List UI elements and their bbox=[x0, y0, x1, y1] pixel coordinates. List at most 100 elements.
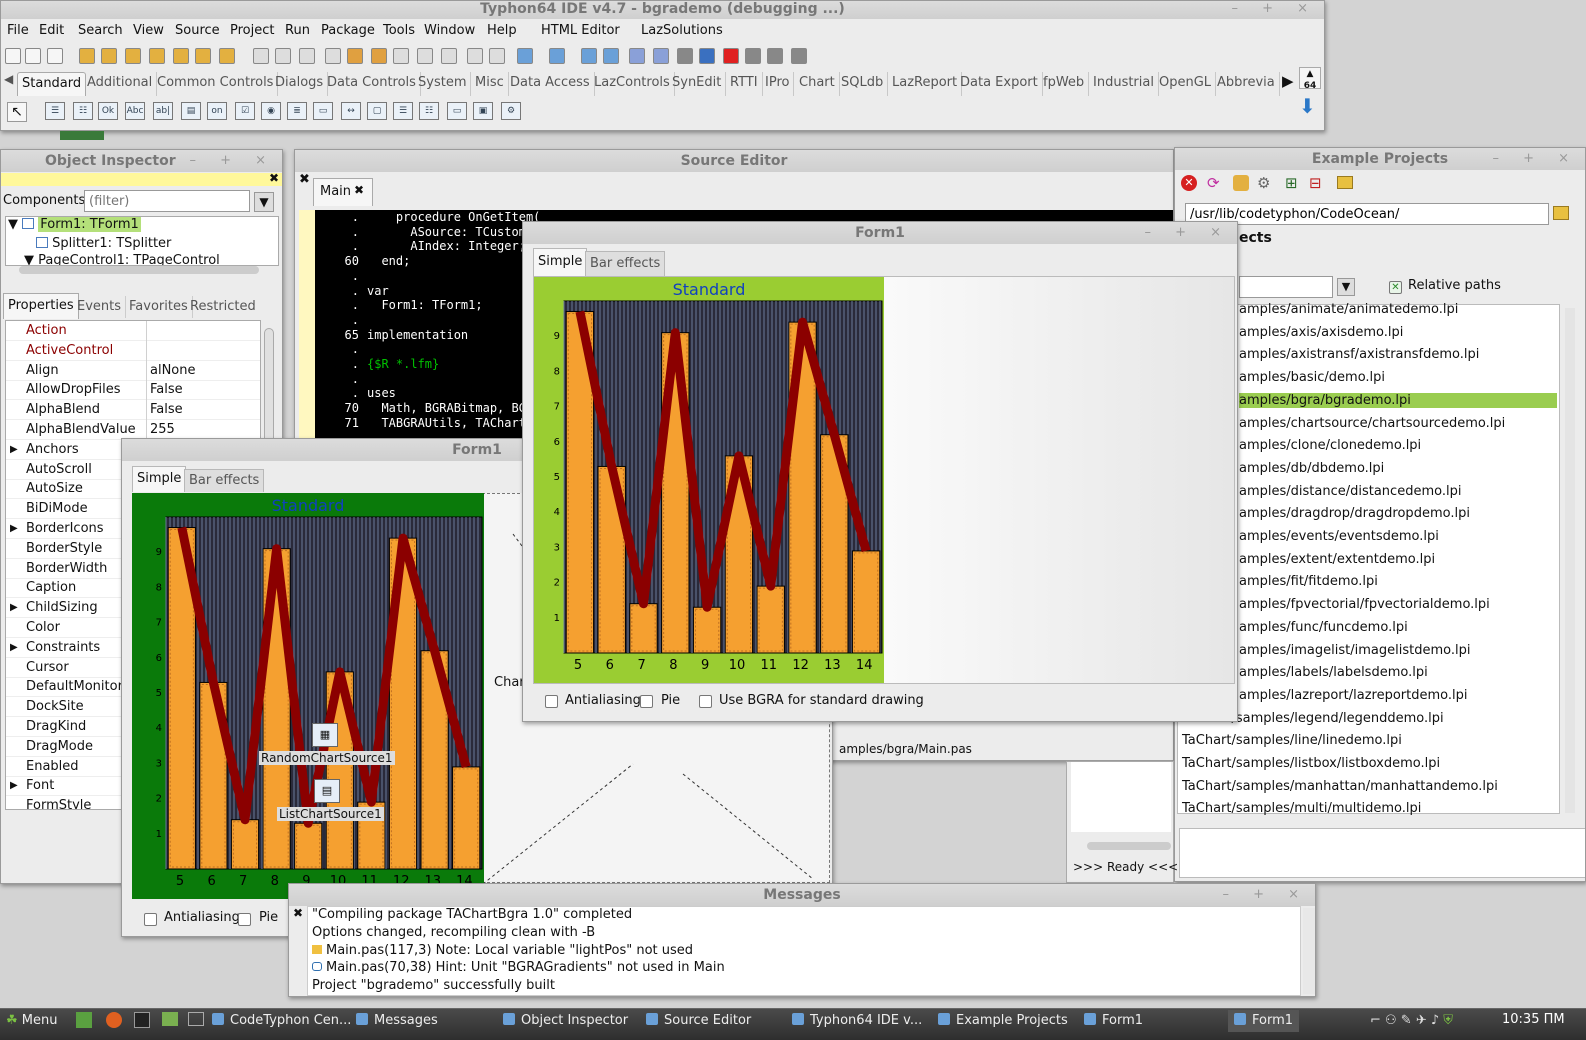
message-line[interactable]: Project "bgrademo" successfully built bbox=[312, 978, 555, 996]
messages-list[interactable]: "Compiling package TAChartBgra 1.0" comp… bbox=[307, 906, 1301, 996]
menu-tools[interactable]: Tools bbox=[383, 20, 415, 42]
tactionlist-icon[interactable]: ⚙ bbox=[501, 102, 521, 120]
step-over-icon[interactable] bbox=[653, 48, 669, 64]
menu-file[interactable]: File bbox=[7, 20, 29, 42]
project-list-item[interactable]: TaChart/samples/multi/multidemo.lpi bbox=[1182, 801, 1421, 816]
palette-scroll-left[interactable]: ◀ bbox=[4, 72, 13, 86]
filter-funnel-icon[interactable]: ▼ bbox=[254, 192, 274, 212]
filter-funnel-icon[interactable]: ▼ bbox=[1337, 278, 1355, 296]
tmemo-icon[interactable]: ▤ bbox=[181, 102, 201, 120]
palette-tab-data-controls[interactable]: Data Controls bbox=[323, 72, 421, 96]
close-icon[interactable]: ✖ bbox=[269, 171, 279, 185]
new-file-icon[interactable] bbox=[5, 48, 21, 64]
palette-tab-standard[interactable]: Standard bbox=[17, 72, 87, 96]
window-controls[interactable]: – + × bbox=[1492, 148, 1579, 170]
tab-simple[interactable]: Simple bbox=[132, 466, 187, 492]
message-line[interactable]: Main.pas(117,3) Note: Local variable "li… bbox=[312, 943, 693, 961]
tree-remove-icon[interactable]: ⊟ bbox=[1309, 174, 1322, 192]
tpanel-icon[interactable]: ▭ bbox=[447, 102, 467, 120]
open-recent-icon[interactable] bbox=[101, 48, 117, 64]
project-list-item[interactable]: amples/fit/fitdemo.lpi bbox=[1239, 574, 1378, 589]
palette-tab-data-export[interactable]: Data Export bbox=[956, 72, 1043, 96]
project-list-item[interactable]: amples/fpvectorial/fpvectorialdemo.lpi bbox=[1239, 597, 1490, 612]
view-units-icon[interactable] bbox=[195, 48, 211, 64]
new-unit-icon[interactable] bbox=[25, 48, 41, 64]
palette-tab-opengl[interactable]: OpenGL bbox=[1155, 72, 1217, 96]
project-list-item[interactable]: amples/labels/labelsdemo.lpi bbox=[1239, 665, 1428, 680]
expand-arrow-icon[interactable]: ▶ bbox=[10, 598, 18, 617]
tab-bar-effects[interactable]: Bar effects bbox=[585, 251, 666, 276]
new-form-icon[interactable] bbox=[47, 48, 63, 64]
components-filter-input[interactable] bbox=[84, 190, 250, 212]
list-chart-source-icon[interactable]: ▤ bbox=[314, 779, 340, 803]
property-row[interactable]: AlphaBlend False bbox=[6, 400, 260, 421]
tscrollbar-icon[interactable]: ↔ bbox=[341, 102, 361, 120]
window-list-icon[interactable] bbox=[441, 48, 457, 64]
component-list-icon[interactable] bbox=[549, 48, 565, 64]
window-controls[interactable]: – + × bbox=[1222, 884, 1309, 906]
tpopupmenu-icon[interactable]: ☷ bbox=[73, 102, 93, 120]
property-row[interactable]: AllowDropFiles False bbox=[6, 380, 260, 401]
project-list-item[interactable]: amples/chartsource/chartsourcedemo.lpi bbox=[1239, 416, 1505, 431]
palette-tab-lazreport[interactable]: LazReport bbox=[888, 72, 963, 96]
expand-arrow-icon[interactable]: ▶ bbox=[10, 440, 18, 459]
message-line[interactable]: Options changed, recompiling clean with … bbox=[312, 925, 595, 943]
project-list-item[interactable]: amples/animate/animatedemo.lpi bbox=[1239, 302, 1458, 317]
run-settings-icon[interactable] bbox=[371, 48, 387, 64]
tmainmenu-icon[interactable]: ☰ bbox=[45, 102, 65, 120]
launcher-icons[interactable] bbox=[76, 1012, 204, 1028]
remove-from-project-icon[interactable] bbox=[299, 48, 315, 64]
settings-icon[interactable]: ⚙ bbox=[1257, 174, 1270, 192]
menu-help[interactable]: Help bbox=[487, 20, 517, 42]
tree-hscrollbar[interactable] bbox=[19, 266, 259, 274]
messages-scrollbar[interactable] bbox=[1303, 908, 1315, 994]
palette-tab-rtti[interactable]: RTTI bbox=[726, 72, 763, 96]
taskbar-item[interactable]: Source Editor bbox=[646, 1010, 751, 1032]
project-list-item[interactable]: amples/distance/distancedemo.lpi bbox=[1239, 484, 1461, 499]
project-list-item[interactable]: amples/db/dbdemo.lpi bbox=[1239, 461, 1384, 476]
debug-icon[interactable] bbox=[489, 48, 505, 64]
window-controls[interactable]: – + × bbox=[1144, 222, 1231, 244]
taskbar-item[interactable]: CodeTyphon Cen... bbox=[212, 1010, 351, 1032]
tab-properties[interactable]: Properties bbox=[3, 293, 79, 319]
pie-checkbox[interactable] bbox=[640, 695, 653, 708]
folder-icon[interactable] bbox=[162, 1012, 178, 1026]
close-tab-icon[interactable]: ✖ bbox=[299, 172, 310, 187]
project-list-item[interactable]: amples/axis/axisdemo.lpi bbox=[1239, 325, 1403, 340]
palette-tab-misc[interactable]: Misc bbox=[471, 72, 509, 96]
close-icon[interactable]: ✖ bbox=[293, 906, 303, 920]
ready-hscrollbar[interactable] bbox=[1087, 842, 1171, 850]
expand-arrow-icon[interactable]: ▶ bbox=[10, 519, 18, 538]
stop-icon[interactable] bbox=[723, 48, 739, 64]
tray-icons[interactable]: ⌐ ⚇ ✎ ✈ ♪ ⛨ bbox=[1370, 1013, 1453, 1028]
taskbar-item[interactable]: Typhon64 IDE v... bbox=[792, 1010, 922, 1032]
path-input[interactable] bbox=[1185, 203, 1549, 225]
download-arrow-icon[interactable]: ⬇ bbox=[1299, 96, 1316, 116]
window-icon[interactable] bbox=[188, 1012, 204, 1026]
reset-icon[interactable] bbox=[791, 48, 807, 64]
tframe-icon[interactable]: ▣ bbox=[473, 102, 493, 120]
menu-lazsolutions[interactable]: LazSolutions bbox=[641, 20, 723, 42]
selection-pointer-icon[interactable]: ↖ bbox=[7, 102, 27, 122]
tab-main[interactable]: Main ✖ bbox=[313, 178, 373, 206]
tree-node-pagecontrol1[interactable]: ▼ PageControl1: TPageControl bbox=[24, 253, 220, 265]
project-list-item[interactable]: TaChart/samples/line/linedemo.lpi bbox=[1182, 733, 1402, 748]
message-line[interactable]: "Compiling package TAChartBgra 1.0" comp… bbox=[312, 907, 632, 925]
compile-icon[interactable] bbox=[325, 48, 341, 64]
project-filter-input[interactable] bbox=[1239, 276, 1333, 298]
find-icon[interactable] bbox=[467, 48, 483, 64]
palette-tab-lazcontrols[interactable]: LazControls bbox=[590, 72, 675, 96]
property-row[interactable]: AlphaBlendValue 255 bbox=[6, 420, 260, 440]
antialiasing-checkbox[interactable] bbox=[144, 913, 157, 926]
project-list-item[interactable]: amples/bgra/bgrademo.lpi bbox=[1239, 392, 1557, 408]
package-icon[interactable] bbox=[393, 48, 409, 64]
menu-html-editor[interactable]: HTML Editor bbox=[541, 20, 620, 42]
window-controls[interactable]: – + × bbox=[189, 150, 276, 172]
palette-tab-data-access[interactable]: Data Access bbox=[506, 72, 595, 96]
step-out-icon[interactable] bbox=[745, 48, 761, 64]
project-list-item[interactable]: TaChart/samples/manhattan/manhattandemo.… bbox=[1182, 779, 1498, 794]
folder-icon[interactable] bbox=[1337, 176, 1353, 189]
property-row[interactable]: ActiveControl bbox=[6, 341, 260, 361]
project-list-item[interactable]: amples/lazreport/lazreportdemo.lpi bbox=[1239, 688, 1467, 703]
tgroupbox-icon[interactable]: ▢ bbox=[367, 102, 387, 120]
